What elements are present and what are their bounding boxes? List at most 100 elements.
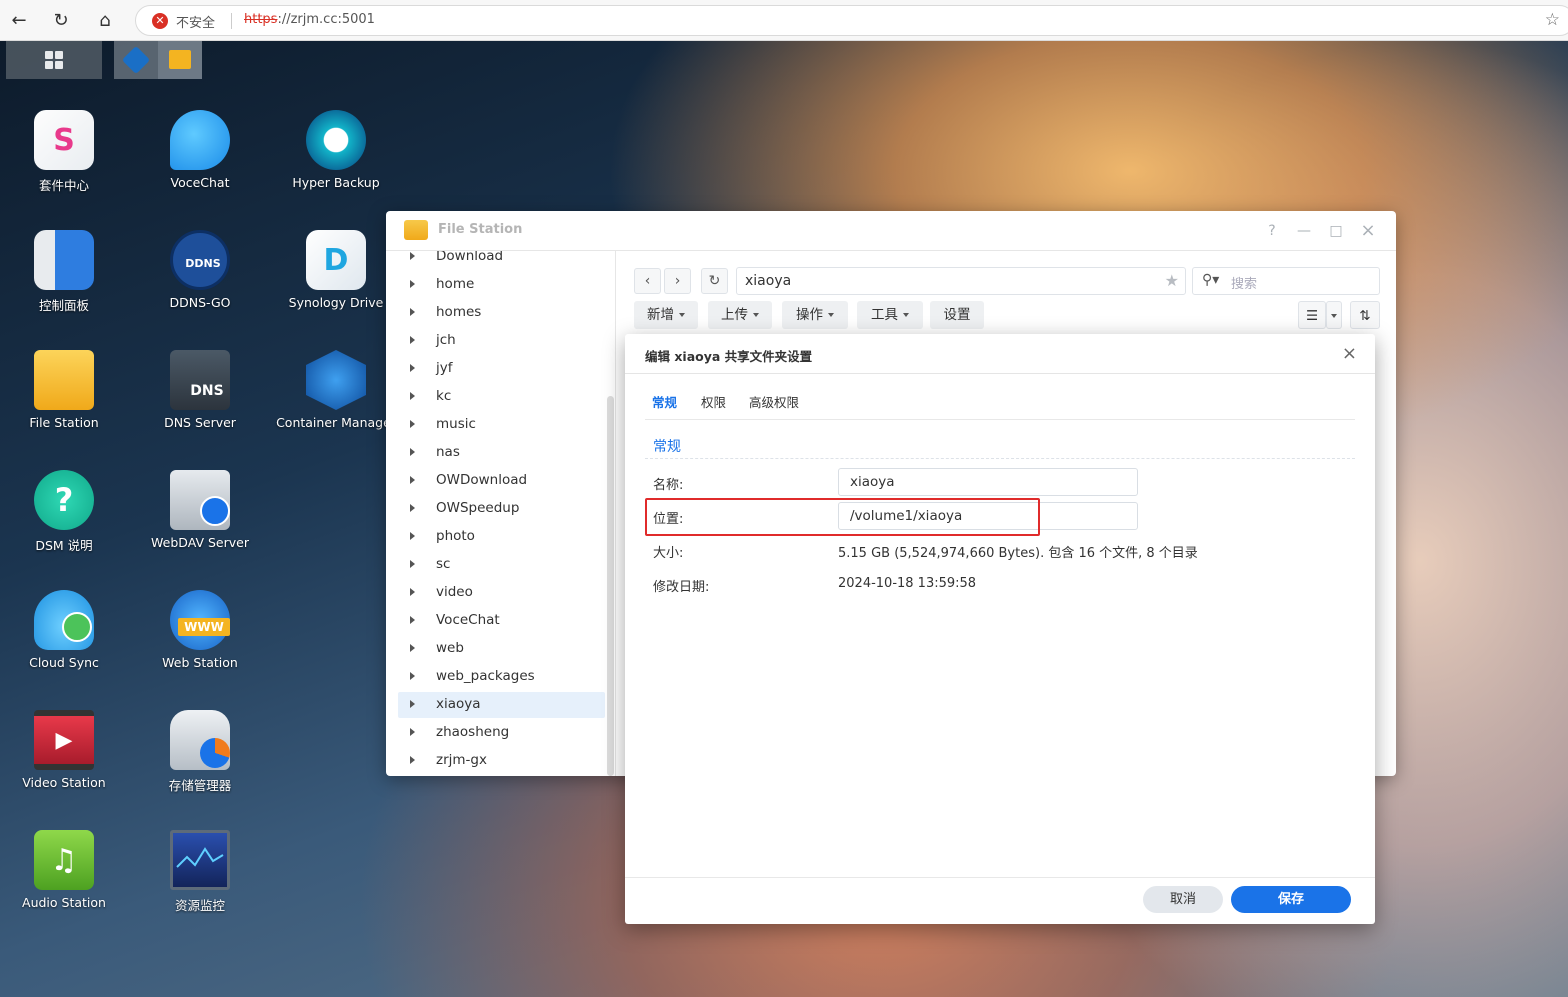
- expand-arrow-icon[interactable]: [410, 560, 415, 568]
- app-file-station[interactable]: File Station: [0, 350, 132, 450]
- expand-arrow-icon[interactable]: [410, 588, 415, 596]
- settings-button[interactable]: 设置: [930, 301, 984, 329]
- tab-general[interactable]: 常规: [652, 392, 677, 411]
- view-dropdown-icon[interactable]: [1326, 301, 1342, 329]
- help-icon[interactable]: ?: [1262, 221, 1282, 241]
- tree-item-home[interactable]: home: [398, 272, 605, 298]
- tab-advanced-permissions[interactable]: 高级权限: [749, 392, 799, 411]
- file-station-icon: [34, 350, 94, 410]
- tab-permissions[interactable]: 权限: [701, 392, 726, 411]
- main-menu-button[interactable]: [6, 41, 102, 79]
- app-ddns-go[interactable]: DDNS DDNS-GO: [132, 230, 268, 330]
- tree-item-label: web_packages: [436, 668, 535, 684]
- expand-arrow-icon[interactable]: [410, 672, 415, 680]
- back-icon[interactable]: ←: [6, 8, 32, 34]
- expand-arrow-icon[interactable]: [410, 756, 415, 764]
- tree-item-download[interactable]: Download: [398, 251, 605, 270]
- tree-item-vocechat[interactable]: VoceChat: [398, 608, 605, 634]
- folder-tree: Download home homes jch jyf kc music nas OWDownl…: [386, 251, 616, 776]
- search-input[interactable]: ⚲▾ 搜索: [1192, 267, 1380, 295]
- app-resource-monitor[interactable]: 资源监控: [132, 830, 268, 930]
- app-video-station[interactable]: ▶ Video Station: [0, 710, 132, 810]
- tree-item-owdownload[interactable]: OWDownload: [398, 468, 605, 494]
- app-synology-drive[interactable]: D Synology Drive: [268, 230, 404, 330]
- minimize-icon[interactable]: —: [1294, 221, 1314, 241]
- expand-arrow-icon[interactable]: [410, 616, 415, 624]
- insecure-label: 不安全: [176, 16, 216, 31]
- create-button[interactable]: 新增: [634, 301, 698, 329]
- reload-icon[interactable]: ↻: [48, 8, 74, 34]
- save-button[interactable]: 保存: [1231, 886, 1351, 913]
- expand-arrow-icon[interactable]: [410, 644, 415, 652]
- expand-arrow-icon[interactable]: [410, 280, 415, 288]
- sort-icon[interactable]: ⇅: [1350, 301, 1380, 329]
- window-titlebar[interactable]: File Station ? — □ ×: [386, 211, 1396, 251]
- tree-item-web-packages[interactable]: web_packages: [398, 664, 605, 690]
- dialog-title: 编辑 xiaoya 共享文件夹设置: [645, 349, 813, 364]
- expand-arrow-icon[interactable]: [410, 728, 415, 736]
- expand-arrow-icon[interactable]: [410, 532, 415, 540]
- search-icon: ⚲▾: [1202, 272, 1220, 288]
- expand-arrow-icon[interactable]: [410, 476, 415, 484]
- app-dsm-help[interactable]: ? DSM 说明: [0, 470, 132, 570]
- address-bar[interactable]: ✕ 不安全 https://zrjm.cc:5001 ☆: [135, 5, 1568, 36]
- home-icon[interactable]: ⌂: [92, 8, 118, 34]
- tree-item-zhaosheng[interactable]: zhaosheng: [398, 720, 605, 746]
- back-button[interactable]: ‹: [634, 268, 661, 294]
- app-cloud-sync[interactable]: Cloud Sync: [0, 590, 132, 690]
- close-icon[interactable]: ×: [1358, 221, 1378, 241]
- expand-arrow-icon[interactable]: [410, 504, 415, 512]
- close-icon[interactable]: ×: [1342, 343, 1357, 364]
- tree-item-label: photo: [436, 528, 475, 544]
- name-label: 名称:: [653, 478, 684, 493]
- favorite-star-icon[interactable]: ★: [1165, 271, 1179, 290]
- app-storage-manager[interactable]: 存储管理器: [132, 710, 268, 810]
- cancel-button[interactable]: 取消: [1143, 886, 1223, 913]
- expand-arrow-icon[interactable]: [410, 252, 415, 260]
- tree-item-photo[interactable]: photo: [398, 524, 605, 550]
- app-container-manager[interactable]: Container Manager: [268, 350, 404, 450]
- expand-arrow-icon[interactable]: [410, 392, 415, 400]
- tree-item-jch[interactable]: jch: [398, 328, 605, 354]
- forward-button[interactable]: ›: [664, 268, 691, 294]
- bookmark-star-icon[interactable]: ☆: [1545, 10, 1560, 30]
- expand-arrow-icon[interactable]: [410, 308, 415, 316]
- app-webdav-server[interactable]: WebDAV Server: [132, 470, 268, 570]
- taskbar-file-station[interactable]: [158, 41, 202, 79]
- upload-button[interactable]: 上传: [708, 301, 772, 329]
- expand-arrow-icon[interactable]: [410, 448, 415, 456]
- app-control-panel[interactable]: 控制面板: [0, 230, 132, 330]
- tree-item-web[interactable]: web: [398, 636, 605, 662]
- app-package-center[interactable]: S 套件中心: [0, 110, 132, 210]
- name-field[interactable]: xiaoya: [838, 468, 1138, 496]
- tree-scrollbar[interactable]: [607, 396, 614, 776]
- maximize-icon[interactable]: □: [1326, 221, 1346, 241]
- expand-arrow-icon[interactable]: [410, 364, 415, 372]
- tree-item-sc[interactable]: sc: [398, 552, 605, 578]
- action-button[interactable]: 操作: [782, 301, 848, 329]
- expand-arrow-icon[interactable]: [410, 420, 415, 428]
- tools-button[interactable]: 工具: [857, 301, 923, 329]
- app-audio-station[interactable]: ♫ Audio Station: [0, 830, 132, 930]
- app-dns-server[interactable]: DNS DNS Server: [132, 350, 268, 450]
- view-toggle-icon[interactable]: ☰: [1298, 301, 1326, 329]
- tree-item-owspeedup[interactable]: OWSpeedup: [398, 496, 605, 522]
- app-web-station[interactable]: WWW Web Station: [132, 590, 268, 690]
- refresh-button[interactable]: ↻: [701, 268, 728, 294]
- tree-item-music[interactable]: music: [398, 412, 605, 438]
- tree-item-homes[interactable]: homes: [398, 300, 605, 326]
- tree-item-xiaoya[interactable]: xiaoya: [398, 692, 605, 718]
- app-hyper-backup[interactable]: Hyper Backup: [268, 110, 404, 210]
- taskbar-container-manager[interactable]: [114, 41, 158, 79]
- path-bar[interactable]: xiaoya ★: [736, 267, 1186, 295]
- tree-item-jyf[interactable]: jyf: [398, 356, 605, 382]
- tree-item-video[interactable]: video: [398, 580, 605, 606]
- video-station-icon: ▶: [34, 710, 94, 770]
- tree-item-nas[interactable]: nas: [398, 440, 605, 466]
- expand-arrow-icon[interactable]: [410, 700, 415, 708]
- app-vocechat[interactable]: VoceChat: [132, 110, 268, 210]
- tree-item-zrjm-gx[interactable]: zrjm-gx: [398, 748, 605, 774]
- tree-item-kc[interactable]: kc: [398, 384, 605, 410]
- expand-arrow-icon[interactable]: [410, 336, 415, 344]
- taskbar: [6, 41, 202, 79]
